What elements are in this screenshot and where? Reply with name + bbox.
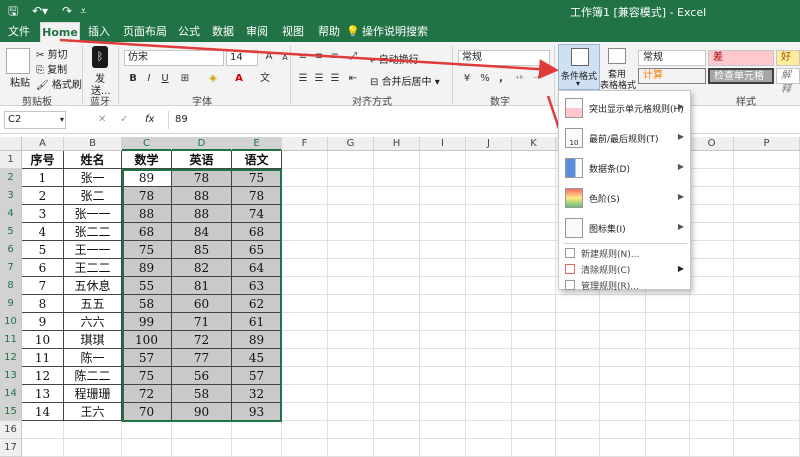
- menu-divider: [563, 243, 687, 244]
- menu-item-manage-rules[interactable]: 管理规则(R)...: [559, 277, 690, 293]
- menu-item-highlight-rules[interactable]: 突出显示单元格规则(H) ▶: [559, 94, 690, 122]
- new-rule-icon: [565, 248, 575, 258]
- menu-item-new-rule[interactable]: 新建规则(N)...: [559, 245, 690, 261]
- menu-item-data-bars[interactable]: 数据条(D) ▶: [559, 154, 690, 182]
- top-bottom-icon: 10: [565, 128, 583, 148]
- clear-rules-icon: [565, 264, 575, 274]
- menu-item-clear-rules[interactable]: 清除规则(C) ▶: [559, 261, 690, 277]
- icon-sets-icon: [565, 218, 583, 238]
- menu-item-top-bottom[interactable]: 10 最前/最后规则(T) ▶: [559, 124, 690, 152]
- chevron-right-icon: ▶: [677, 264, 684, 273]
- cell[interactable]: [64, 439, 122, 457]
- chevron-right-icon: ▶: [677, 192, 684, 201]
- chevron-right-icon: ▶: [677, 132, 684, 141]
- chevron-right-icon: ▶: [677, 222, 684, 231]
- cell[interactable]: [556, 439, 600, 457]
- cell[interactable]: [420, 439, 466, 457]
- conditional-format-menu: 突出显示单元格规则(H) ▶ 10 最前/最后规则(T) ▶ 数据条(D) ▶ 色阶(…: [558, 90, 691, 293]
- chevron-right-icon: ▶: [677, 162, 684, 171]
- cell[interactable]: [282, 439, 328, 457]
- highlight-rules-icon: [565, 98, 583, 118]
- cell[interactable]: [512, 439, 556, 457]
- arrow-to-conditional-format: [59, 38, 559, 80]
- row-header[interactable]: 17: [0, 439, 22, 457]
- cell[interactable]: [374, 439, 420, 457]
- chevron-right-icon: ▶: [677, 102, 684, 111]
- cell[interactable]: [646, 439, 690, 457]
- cell[interactable]: [690, 439, 734, 457]
- data-bars-icon: [565, 158, 583, 178]
- manage-rules-icon: [565, 280, 575, 290]
- cell[interactable]: [600, 439, 646, 457]
- cell[interactable]: [172, 439, 232, 457]
- cell[interactable]: [232, 439, 282, 457]
- cell[interactable]: [328, 439, 374, 457]
- cell[interactable]: [22, 439, 64, 457]
- color-scales-icon: [565, 188, 583, 208]
- menu-item-color-scales[interactable]: 色阶(S) ▶: [559, 184, 690, 212]
- cell[interactable]: [122, 439, 172, 457]
- cell[interactable]: [734, 439, 800, 457]
- cell[interactable]: [466, 439, 512, 457]
- menu-item-icon-sets[interactable]: 图标集(I) ▶: [559, 214, 690, 242]
